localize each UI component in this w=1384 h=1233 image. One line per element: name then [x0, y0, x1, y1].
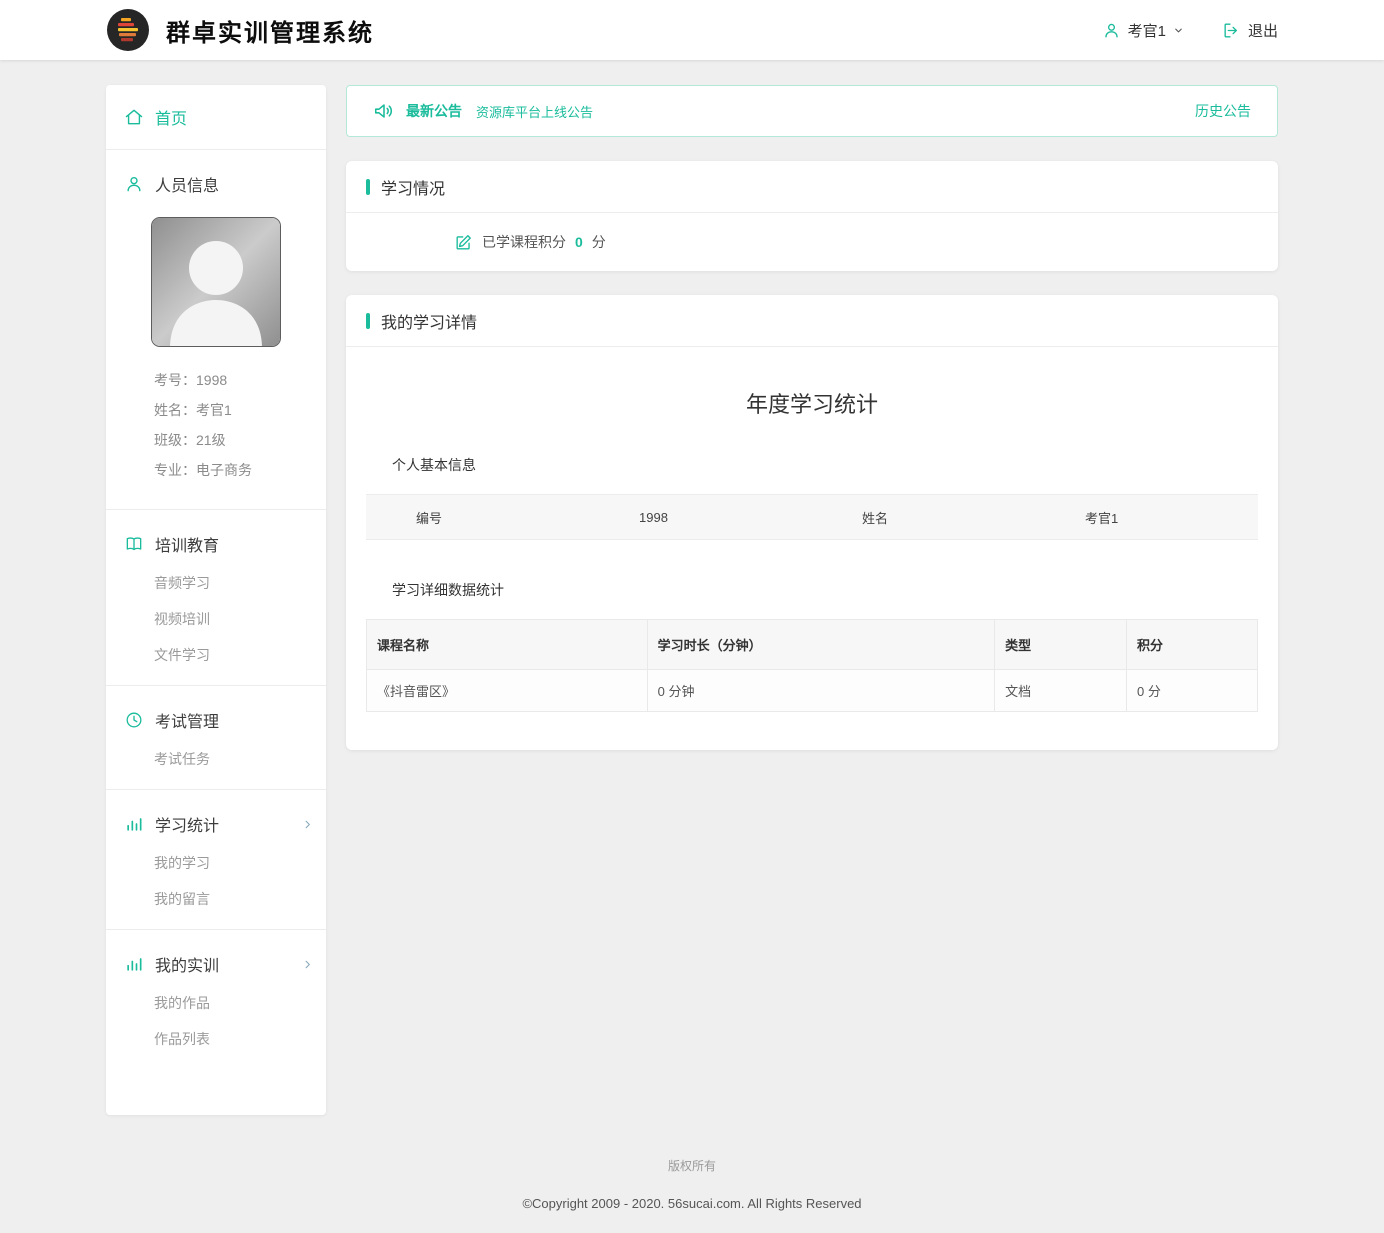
logout-label: 退出	[1248, 20, 1278, 41]
profile-name: 姓名：考官1	[154, 395, 326, 425]
cell-duration: 0 分钟	[647, 670, 994, 712]
announcement-label: 最新公告	[406, 101, 462, 121]
basic-info-name-value: 考官1	[1035, 508, 1258, 527]
person-icon	[124, 174, 144, 194]
study-detail-card: 我的学习详情 年度学习统计 个人基本信息 编号 1998 姓名 考官1 学习详细…	[346, 295, 1278, 750]
table-row: 《抖音雷区》 0 分钟 文档 0 分	[367, 670, 1258, 712]
top-header: 群卓实训管理系统 考官1	[0, 0, 1384, 60]
sidebar-item-profile[interactable]: 人员信息	[106, 163, 326, 205]
footer-rights: 版权所有	[0, 1157, 1384, 1174]
footer-copyright: ©Copyright 2009 - 2020. 56sucai.com. All…	[0, 1196, 1384, 1211]
sidebar-item-study-stats[interactable]: 学习统计	[106, 803, 326, 845]
basic-info-id-value: 1998	[589, 510, 812, 525]
study-detail-card-header: 我的学习详情	[346, 295, 1278, 347]
profile-info: 考号：1998 姓名：考官1 班级：21级 专业：电子商务	[106, 363, 326, 497]
avatar	[151, 217, 281, 347]
sidebar-item-home[interactable]: 首页	[106, 85, 326, 149]
sidebar-item-file-study[interactable]: 文件学习	[106, 637, 326, 673]
sidebar-group-exam: 考试管理 考试任务	[106, 685, 326, 789]
main-content: 最新公告 资源库平台上线公告 历史公告 学习情况 已学课程积分 0 分	[346, 85, 1278, 760]
cell-score: 0 分	[1127, 670, 1258, 712]
sidebar-item-video-training[interactable]: 视频培训	[106, 601, 326, 637]
accent-bar	[366, 313, 370, 329]
study-detail-table: 课程名称 学习时长（分钟） 类型 积分 《抖音雷区》 0 分钟 文档 0 分	[366, 619, 1258, 712]
study-status-card-header: 学习情况	[346, 161, 1278, 213]
accent-bar	[366, 179, 370, 195]
basic-info-id-label: 编号	[366, 508, 589, 527]
history-announcements-link[interactable]: 历史公告	[1195, 101, 1251, 121]
logout-button[interactable]: 退出	[1222, 20, 1278, 41]
sidebar-profile-section: 人员信息 考号：1998 姓名：考官1 班级：21级	[106, 149, 326, 509]
sidebar-item-my-works[interactable]: 我的作品	[106, 985, 326, 1021]
study-status-text: 已学课程积分	[482, 232, 566, 252]
study-status-card: 学习情况 已学课程积分 0 分	[346, 161, 1278, 271]
logout-icon	[1222, 21, 1241, 40]
basic-info-row: 编号 1998 姓名 考官1	[366, 494, 1258, 540]
sidebar-item-exam-management[interactable]: 考试管理	[106, 699, 326, 741]
detail-table-title: 学习详细数据统计	[392, 580, 1258, 600]
book-icon	[124, 534, 144, 554]
chevron-right-icon	[302, 959, 313, 970]
study-score-value: 0	[575, 234, 583, 250]
announcement-bar: 最新公告 资源库平台上线公告 历史公告	[346, 85, 1278, 137]
study-status-row: 已学课程积分 0 分	[346, 213, 1278, 271]
sidebar-exam-label: 考试管理	[155, 708, 219, 732]
sidebar-item-my-study[interactable]: 我的学习	[106, 845, 326, 881]
study-detail-title: 我的学习详情	[381, 309, 477, 333]
sidebar-group-stats: 学习统计 我的学习 我的留言	[106, 789, 326, 929]
app-title: 群卓实训管理系统	[166, 13, 374, 48]
sidebar-item-audio-study[interactable]: 音频学习	[106, 565, 326, 601]
brand: 群卓实训管理系统	[106, 8, 374, 52]
speaker-icon	[373, 100, 395, 122]
sidebar-group-practice: 我的实训 我的作品 作品列表	[106, 929, 326, 1069]
app-logo-icon	[106, 8, 150, 52]
edit-icon	[454, 233, 473, 252]
sidebar-profile-label: 人员信息	[155, 172, 219, 196]
cell-type: 文档	[995, 670, 1127, 712]
profile-class: 班级：21级	[154, 425, 326, 455]
basic-info-name-label: 姓名	[812, 508, 1035, 527]
sidebar-stats-label: 学习统计	[155, 812, 219, 836]
user-name: 考官1	[1128, 20, 1166, 41]
annual-stats-heading: 年度学习统计	[366, 387, 1258, 419]
sidebar-home-label: 首页	[155, 105, 187, 129]
chevron-right-icon	[302, 819, 313, 830]
page-footer: 版权所有 ©Copyright 2009 - 2020. 56sucai.com…	[0, 1115, 1384, 1233]
col-course-name: 课程名称	[367, 620, 648, 670]
sidebar-item-training[interactable]: 培训教育	[106, 523, 326, 565]
user-icon	[1102, 21, 1121, 40]
sidebar-group-training: 培训教育 音频学习 视频培训 文件学习	[106, 509, 326, 685]
bar-chart-icon	[124, 814, 144, 834]
clock-icon	[124, 710, 144, 730]
basic-info-title: 个人基本信息	[392, 455, 1258, 475]
sidebar-item-my-practice[interactable]: 我的实训	[106, 943, 326, 985]
profile-exam-no: 考号：1998	[154, 365, 326, 395]
sidebar: 首页 人员信息	[106, 85, 326, 1115]
sidebar-item-works-list[interactable]: 作品列表	[106, 1021, 326, 1057]
sidebar-training-label: 培训教育	[155, 532, 219, 556]
table-header-row: 课程名称 学习时长（分钟） 类型 积分	[367, 620, 1258, 670]
chevron-down-icon	[1173, 25, 1184, 36]
home-icon	[124, 107, 144, 127]
user-menu-button[interactable]: 考官1	[1102, 20, 1184, 41]
announcement-link[interactable]: 资源库平台上线公告	[476, 102, 593, 121]
sidebar-item-my-messages[interactable]: 我的留言	[106, 881, 326, 917]
study-status-title: 学习情况	[381, 175, 445, 199]
col-type: 类型	[995, 620, 1127, 670]
bar-chart-icon	[124, 954, 144, 974]
sidebar-practice-label: 我的实训	[155, 952, 219, 976]
sidebar-item-exam-task[interactable]: 考试任务	[106, 741, 326, 777]
cell-course-name: 《抖音雷区》	[367, 670, 648, 712]
study-score-unit: 分	[592, 232, 606, 252]
col-score: 积分	[1127, 620, 1258, 670]
profile-major: 专业：电子商务	[154, 455, 326, 485]
col-duration: 学习时长（分钟）	[647, 620, 994, 670]
